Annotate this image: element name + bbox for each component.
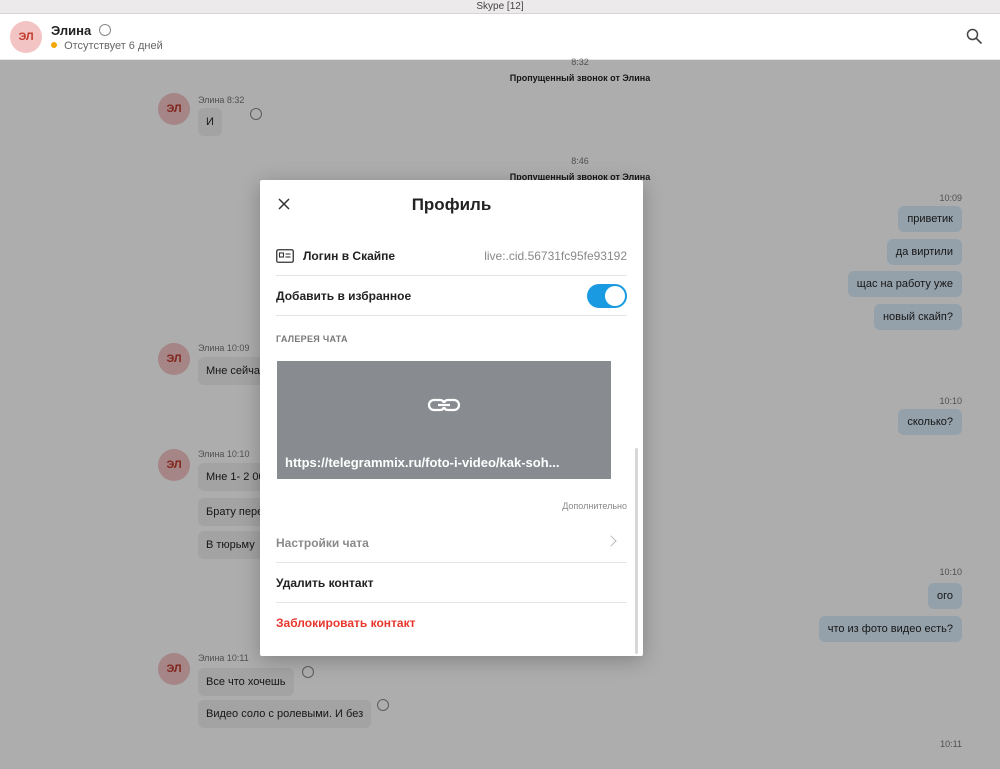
contact-name[interactable]: Элина [51,23,111,38]
modal-scrollbar[interactable] [635,448,638,654]
chat-settings-label: Настройки чата [276,536,369,550]
gear-icon[interactable] [98,24,111,36]
gallery-link-url: https://telegrammix.ru/foto-i-video/kak-… [285,455,560,470]
contact-name-text: Элина [51,23,92,38]
contact-status: Отсутствует 6 дней [51,40,163,52]
id-card-icon [276,249,294,263]
favorites-label: Добавить в избранное [276,289,412,303]
more-link[interactable]: Дополнительно [562,501,627,511]
away-status-dot [51,42,57,48]
search-icon[interactable] [966,28,982,44]
chevron-right-icon [605,535,617,547]
skype-login-value[interactable]: live:.cid.56731fc95fe93192 [484,249,627,263]
delete-contact-label: Удалить контакт [276,576,374,590]
skype-login-row: Логин в Скайпе live:.cid.56731fc95fe9319… [276,236,627,276]
skype-login-label: Логин в Скайпе [303,249,396,263]
window-title-bar: Skype [12] [0,0,1000,14]
contact-status-text: Отсутствует 6 дней [64,40,163,52]
chat-settings-row[interactable]: Настройки чата [276,523,627,563]
block-contact-row[interactable]: Заблокировать контакт [276,603,627,643]
gallery-section-title: ГАЛЕРЕЯ ЧАТА [276,334,348,344]
contact-avatar[interactable]: ЭЛ [10,21,42,53]
favorites-row: Добавить в избранное [276,276,627,316]
profile-modal: Профиль Логин в Скайпе live:.cid.56731fc… [260,180,643,656]
window-title: Skype [12] [476,1,524,12]
favorites-toggle[interactable] [587,284,627,308]
chat-header: ЭЛ Элина Отсутствует 6 дней [0,14,1000,60]
gallery-link-card[interactable]: https://telegrammix.ru/foto-i-video/kak-… [277,361,611,479]
delete-contact-row[interactable]: Удалить контакт [276,563,627,603]
toggle-knob [605,286,625,306]
link-icon [427,398,461,412]
block-contact-label: Заблокировать контакт [276,616,416,630]
modal-title: Профиль [411,195,492,214]
